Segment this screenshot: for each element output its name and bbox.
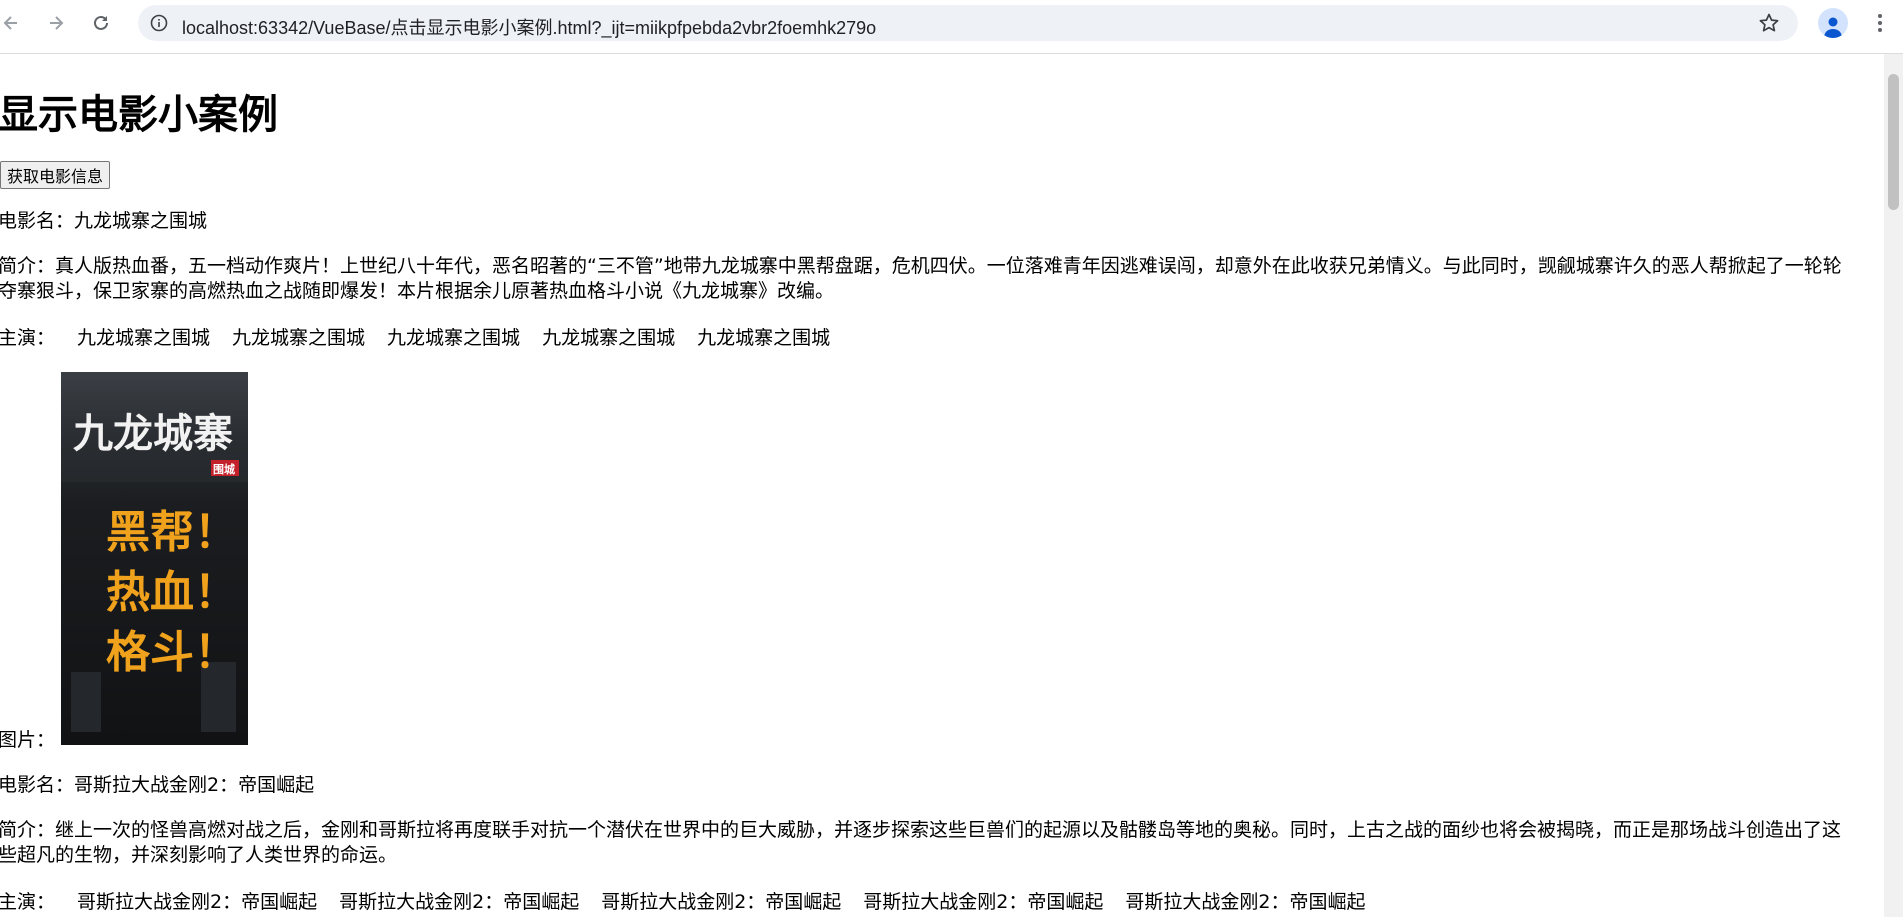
cast-member: 哥斯拉大战金刚2：帝国崛起 bbox=[77, 891, 318, 913]
cast-member: 哥斯拉大战金刚2：帝国崛起 bbox=[863, 891, 1104, 913]
cast-member: 九龙城寨之围城 bbox=[232, 327, 366, 349]
cast-member: 哥斯拉大战金刚2：帝国崛起 bbox=[601, 891, 842, 913]
more-vert-icon[interactable] bbox=[1870, 12, 1890, 34]
page-content: 显示电影小案例 获取电影信息 电影名：九龙城寨之围城 简介：真人版热血番，五一档… bbox=[0, 54, 1884, 917]
arrow-left-icon bbox=[3, 16, 17, 30]
page-scrollbar[interactable] bbox=[1884, 54, 1903, 917]
cast-member: 九龙城寨之围城 bbox=[542, 327, 676, 349]
profile-avatar[interactable] bbox=[1818, 8, 1848, 38]
cast-member: 九龙城寨之围城 bbox=[697, 327, 831, 349]
movie-2-name: 电影名：哥斯拉大战金刚2：帝国崛起 bbox=[0, 774, 315, 796]
movie-2-cast: 主演： 哥斯拉大战金刚2：帝国崛起 哥斯拉大战金刚2：帝国崛起 哥斯拉大战金刚2：帝国… bbox=[0, 890, 1365, 915]
cast-member: 九龙城寨之围城 bbox=[77, 327, 211, 349]
cast-label: 主演： bbox=[0, 891, 56, 913]
cast-label: 主演： bbox=[0, 327, 56, 349]
poster-slogan-1: 黑帮！ bbox=[106, 507, 238, 558]
arrow-right-icon bbox=[50, 16, 64, 30]
back-button[interactable] bbox=[0, 10, 24, 36]
poster-slogan-3: 格斗！ bbox=[106, 627, 238, 678]
person-icon bbox=[1824, 17, 1842, 38]
poster-subtitle: 围城 bbox=[213, 462, 235, 476]
movie-1-name: 电影名：九龙城寨之围城 bbox=[0, 210, 208, 232]
cast-member: 哥斯拉大战金刚2：帝国崛起 bbox=[1125, 891, 1366, 913]
reload-button[interactable] bbox=[88, 10, 114, 36]
movie-1-intro: 简介：真人版热血番，五一档动作爽片！上世纪八十年代，恶名昭著的“三不管”地带九龙… bbox=[0, 255, 1842, 302]
cast-member: 九龙城寨之围城 bbox=[387, 327, 521, 349]
poster-art: 九龙城寨 围城 黑帮！ 热血！ 格斗！ bbox=[61, 372, 248, 745]
get-movie-info-button[interactable]: 获取电影信息 bbox=[0, 161, 111, 189]
scrollbar-thumb[interactable] bbox=[1888, 74, 1899, 210]
image-label: 图片： bbox=[0, 729, 56, 751]
info-icon[interactable] bbox=[150, 14, 168, 32]
reload-icon bbox=[94, 15, 108, 30]
browser-toolbar: localhost:63342/VueBase/点击显示电影小案例.html?_… bbox=[0, 0, 1903, 54]
forward-button[interactable] bbox=[43, 10, 69, 36]
address-bar[interactable]: localhost:63342/VueBase/点击显示电影小案例.html?_… bbox=[138, 5, 1798, 41]
movie-2-intro: 简介：继上一次的怪兽高燃对战之后，金刚和哥斯拉将再度联手对抗一个潜伏在世界中的巨… bbox=[0, 819, 1842, 866]
cast-member: 哥斯拉大战金刚2：帝国崛起 bbox=[339, 891, 580, 913]
url-text[interactable]: localhost:63342/VueBase/点击显示电影小案例.html?_… bbox=[182, 14, 876, 40]
poster-title: 九龙城寨 bbox=[73, 410, 233, 457]
bookmark-star-icon[interactable] bbox=[1758, 12, 1780, 34]
page-title: 显示电影小案例 bbox=[0, 92, 278, 138]
poster-slogan-2: 热血！ bbox=[106, 567, 238, 618]
movie-1-cast: 主演： 九龙城寨之围城 九龙城寨之围城 九龙城寨之围城 九龙城寨之围城 九龙城寨之围城 bbox=[0, 326, 830, 351]
movie-1-poster: 九龙城寨 围城 黑帮！ 热血！ 格斗！ bbox=[61, 372, 248, 745]
